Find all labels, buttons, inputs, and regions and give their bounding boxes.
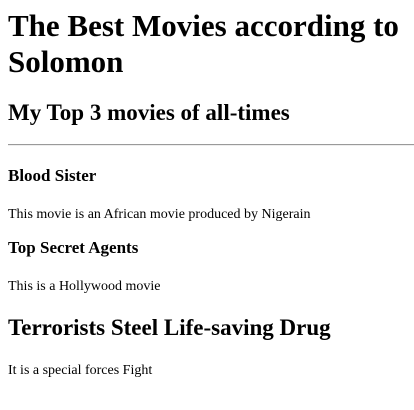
- movie-title: Blood Sister: [8, 166, 97, 185]
- page-subtitle: My Top 3 movies of all-times: [8, 100, 290, 125]
- section-divider: [8, 144, 414, 146]
- movie-description: This movie is an African movie produced …: [8, 207, 311, 222]
- movie-title: Terrorists Steel Life-saving Drug: [8, 315, 331, 340]
- movie-description: It is a special forces Fight: [8, 363, 153, 378]
- movie-description: This is a Hollywood movie: [8, 279, 161, 294]
- page-title: The Best Movies according to Solomon: [8, 8, 399, 79]
- page-content: The Best Movies according to Solomon My …: [0, 8, 414, 379]
- movie-title: Top Secret Agents: [8, 238, 139, 257]
